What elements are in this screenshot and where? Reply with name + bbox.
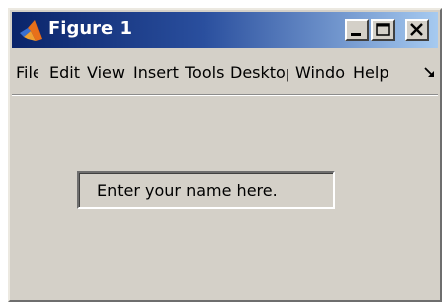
figure-window: Figure 1 File Edit View Insert Tools Des… [8,8,442,302]
menu-view[interactable]: View [87,62,125,84]
title-bar[interactable]: Figure 1 [12,12,438,48]
menu-bar: File Edit View Insert Tools Desktop Wind… [12,52,438,92]
menu-desktop[interactable]: Desktop [230,62,288,84]
figure-canvas: Enter your name here. [12,97,438,300]
menu-divider [12,94,438,96]
maximize-button[interactable] [371,19,395,41]
menu-window[interactable]: Window [295,62,345,84]
menu-edit[interactable]: Edit [49,62,81,84]
menu-tools[interactable]: Tools [185,62,225,84]
window-title: Figure 1 [48,18,133,39]
minimize-icon [351,33,361,36]
menu-file[interactable]: File [16,62,38,84]
dock-arrow-icon[interactable] [422,64,438,82]
matlab-logo-icon[interactable] [18,17,44,43]
name-edit-value: Enter your name here. [97,181,278,200]
maximize-icon [376,23,390,36]
name-edit-field[interactable]: Enter your name here. [77,171,335,209]
menu-insert[interactable]: Insert [133,62,179,84]
menu-help[interactable]: Help [353,62,388,84]
minimize-button[interactable] [345,19,369,41]
close-icon [410,23,423,36]
close-button[interactable] [405,19,429,41]
